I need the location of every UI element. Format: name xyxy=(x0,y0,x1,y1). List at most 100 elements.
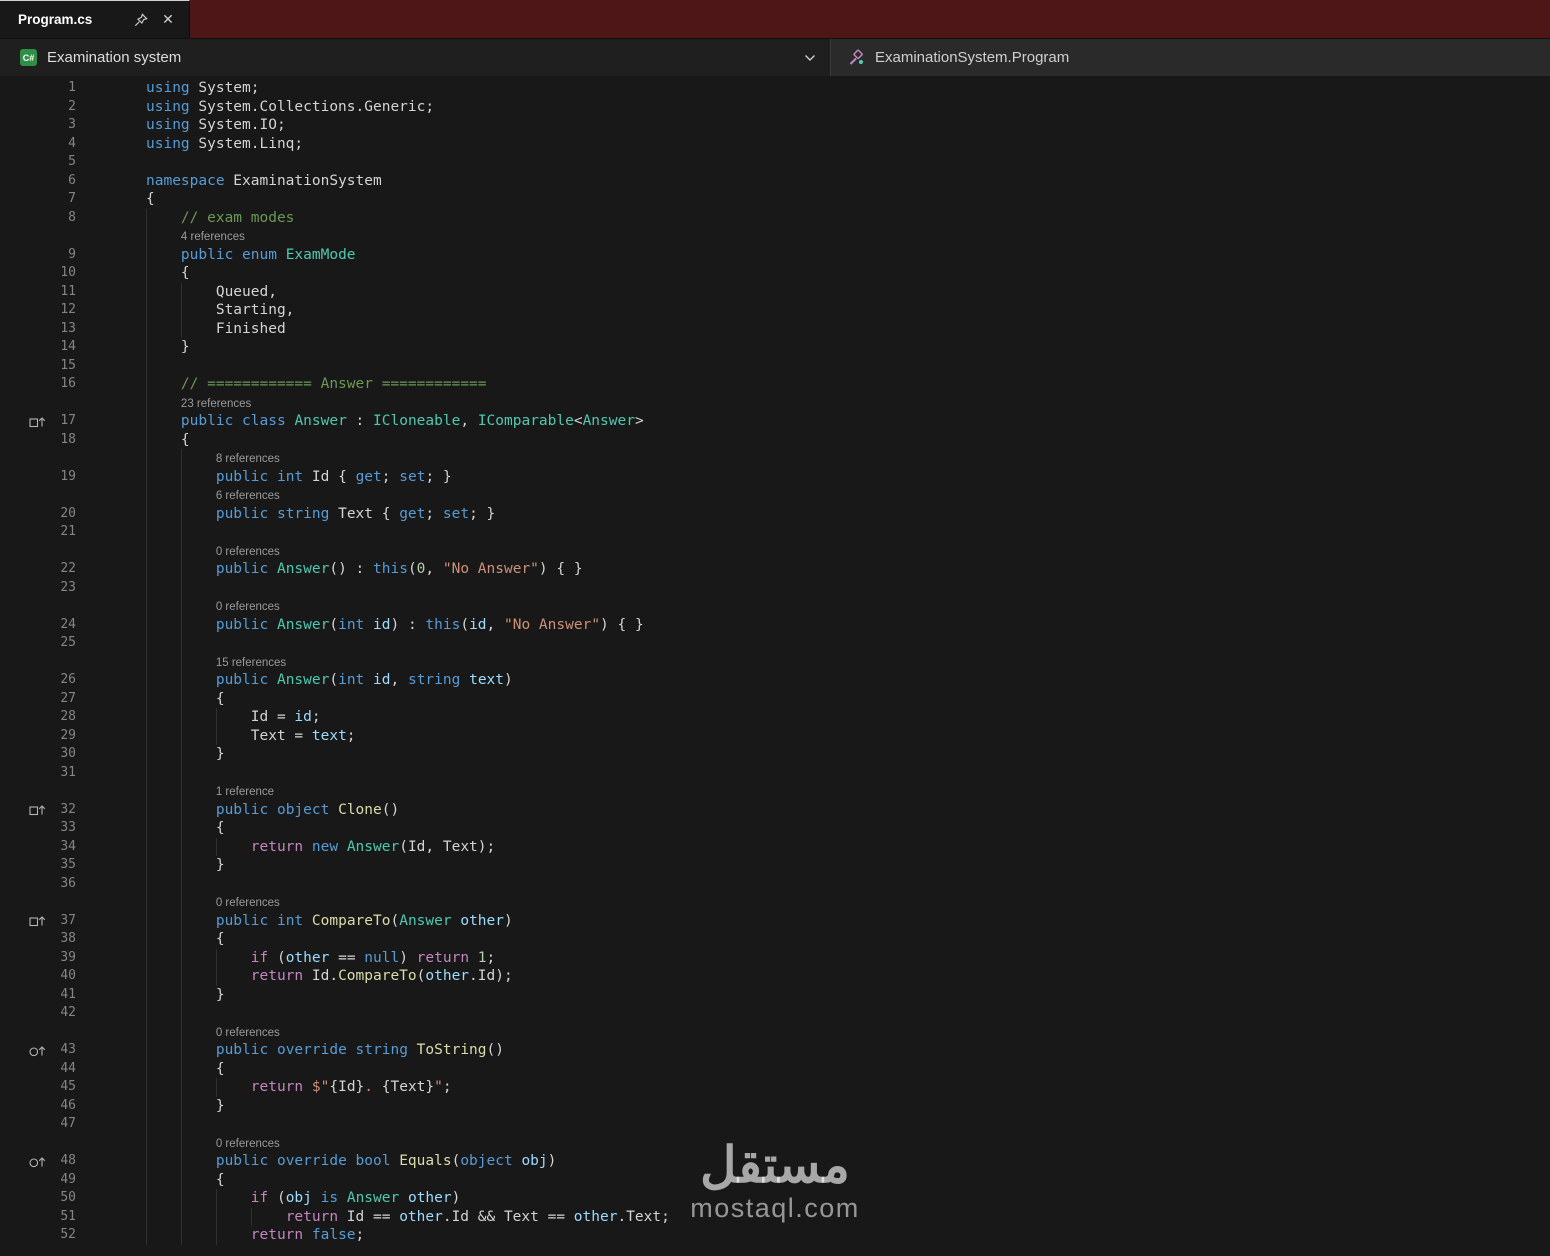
line-number[interactable]: 26 xyxy=(50,671,76,690)
line-number[interactable]: 11 xyxy=(50,283,76,302)
code-cell[interactable]: // exam modes xyxy=(76,208,1550,227)
code-line[interactable]: 8 // exam modes xyxy=(0,208,1550,228)
codelens-references[interactable]: 0 references xyxy=(216,601,280,613)
code-cell[interactable]: { xyxy=(76,930,1550,949)
code-cell[interactable]: } xyxy=(76,338,1550,357)
line-number[interactable] xyxy=(50,893,76,912)
code-cell[interactable]: { xyxy=(76,430,1550,449)
code-line[interactable]: 37 public int CompareTo(Answer other) xyxy=(0,911,1550,931)
code-cell[interactable]: return $"{Id}. {Text}"; xyxy=(76,1078,1550,1097)
code-cell[interactable]: namespace ExaminationSystem xyxy=(76,172,1550,191)
line-number[interactable]: 29 xyxy=(50,727,76,746)
line-number[interactable]: 48 xyxy=(50,1152,76,1171)
code-cell[interactable]: // ============ Answer ============ xyxy=(76,375,1550,394)
codelens-row[interactable]: 23 references xyxy=(0,393,1550,413)
code-cell[interactable]: 0 references xyxy=(76,893,1550,912)
line-number[interactable] xyxy=(50,597,76,616)
line-number[interactable] xyxy=(50,486,76,505)
code-cell[interactable]: using System; xyxy=(76,79,1550,98)
codelens-row[interactable]: 4 references xyxy=(0,227,1550,246)
line-number[interactable]: 10 xyxy=(50,264,76,283)
override-icon[interactable] xyxy=(0,1152,50,1171)
line-number[interactable]: 8 xyxy=(50,209,76,228)
line-number[interactable]: 9 xyxy=(50,246,76,265)
code-cell[interactable]: public override bool Equals(object obj) xyxy=(76,1152,1550,1171)
code-editor[interactable]: 1 using System; 2 using System.Collections.… xyxy=(0,76,1550,1256)
code-cell[interactable]: public Answer(int id) : this(id, "No Ans… xyxy=(76,615,1550,634)
code-cell[interactable]: if (other == null) return 1; xyxy=(76,948,1550,967)
line-number[interactable]: 2 xyxy=(50,98,76,117)
code-line[interactable]: 7{ xyxy=(0,190,1550,209)
code-cell[interactable]: public class Answer : ICloneable, ICompa… xyxy=(76,412,1550,431)
line-number[interactable]: 19 xyxy=(50,468,76,487)
code-line[interactable]: 16 // ============ Answer ============ xyxy=(0,375,1550,394)
code-line[interactable]: 27 { xyxy=(0,689,1550,708)
pin-icon[interactable] xyxy=(132,11,150,29)
code-line[interactable]: 51 return Id == other.Id && Text == othe… xyxy=(0,1207,1550,1226)
line-number[interactable]: 25 xyxy=(50,634,76,653)
code-line[interactable]: 42 xyxy=(0,1004,1550,1023)
code-cell[interactable]: 23 references xyxy=(76,393,1550,412)
code-line[interactable]: 46 } xyxy=(0,1096,1550,1115)
code-line[interactable]: 4 using System.Linq; xyxy=(0,135,1550,154)
code-cell[interactable] xyxy=(76,153,1550,172)
codelens-row[interactable]: 0 references xyxy=(0,893,1550,912)
code-line[interactable]: 22 public Answer() : this(0, "No Answer"… xyxy=(0,560,1550,579)
line-number[interactable]: 41 xyxy=(50,986,76,1005)
code-cell[interactable]: 8 references xyxy=(76,449,1550,468)
line-number[interactable] xyxy=(50,394,76,413)
code-cell[interactable]: return Id == other.Id && Text == other.T… xyxy=(76,1207,1550,1226)
code-line[interactable]: 6 namespace ExaminationSystem xyxy=(0,172,1550,191)
code-cell[interactable]: if (obj is Answer other) xyxy=(76,1189,1550,1208)
code-cell[interactable]: { xyxy=(76,190,1550,209)
line-number[interactable] xyxy=(50,542,76,561)
code-line[interactable]: 13 Finished xyxy=(0,319,1550,339)
code-cell[interactable]: public int Id { get; set; } xyxy=(76,467,1550,486)
line-number[interactable]: 24 xyxy=(50,616,76,635)
code-cell[interactable]: public override string ToString() xyxy=(76,1041,1550,1060)
codelens-references[interactable]: 6 references xyxy=(216,490,280,502)
line-number[interactable]: 36 xyxy=(50,875,76,894)
code-line[interactable]: 41 } xyxy=(0,985,1550,1005)
line-number[interactable]: 40 xyxy=(50,967,76,986)
code-line[interactable]: 9 public enum ExamMode xyxy=(0,245,1550,265)
code-cell[interactable]: public Answer() : this(0, "No Answer") {… xyxy=(76,560,1550,579)
code-line[interactable]: 40 return Id.CompareTo(other.Id); xyxy=(0,967,1550,986)
code-line[interactable]: 50 if (obj is Answer other) xyxy=(0,1189,1550,1208)
code-cell[interactable]: public Answer(int id, string text) xyxy=(76,671,1550,690)
code-cell[interactable]: public string Text { get; set; } xyxy=(76,504,1550,523)
line-number[interactable]: 38 xyxy=(50,930,76,949)
codelens-references[interactable]: 0 references xyxy=(216,1027,280,1039)
code-line[interactable]: 1 using System; xyxy=(0,79,1550,98)
code-cell[interactable]: { xyxy=(76,689,1550,708)
code-cell[interactable]: public int CompareTo(Answer other) xyxy=(76,911,1550,930)
implements-icon[interactable] xyxy=(0,912,50,931)
code-line[interactable]: 12 Starting, xyxy=(0,301,1550,320)
codelens-row[interactable]: 15 references xyxy=(0,652,1550,671)
code-line[interactable]: 28 Id = id; xyxy=(0,708,1550,727)
code-line[interactable]: 43 public override string ToString() xyxy=(0,1041,1550,1060)
code-line[interactable]: 35 } xyxy=(0,856,1550,875)
codelens-row[interactable]: 0 references xyxy=(0,1133,1550,1152)
line-number[interactable]: 13 xyxy=(50,320,76,339)
code-line[interactable]: 21 xyxy=(0,523,1550,542)
code-cell[interactable]: 0 references xyxy=(76,1022,1550,1041)
code-cell[interactable]: { xyxy=(76,1170,1550,1189)
line-number[interactable]: 52 xyxy=(50,1226,76,1245)
code-line[interactable]: 20 public string Text { get; set; } xyxy=(0,504,1550,523)
codelens-references[interactable]: 0 references xyxy=(216,546,280,558)
code-cell[interactable]: { xyxy=(76,1059,1550,1078)
code-cell[interactable]: } xyxy=(76,856,1550,875)
line-number[interactable]: 4 xyxy=(50,135,76,154)
code-cell[interactable]: Starting, xyxy=(76,301,1550,320)
line-number[interactable]: 5 xyxy=(50,153,76,172)
line-number[interactable] xyxy=(50,227,76,246)
code-line[interactable]: 45 return $"{Id}. {Text}"; xyxy=(0,1078,1550,1097)
codelens-references[interactable]: 23 references xyxy=(181,398,251,410)
line-number[interactable]: 44 xyxy=(50,1060,76,1079)
line-number[interactable]: 1 xyxy=(50,79,76,98)
project-dropdown[interactable]: C# Examination system xyxy=(0,39,830,76)
code-cell[interactable]: Id = id; xyxy=(76,708,1550,727)
code-cell[interactable]: return Id.CompareTo(other.Id); xyxy=(76,967,1550,986)
codelens-references[interactable]: 8 references xyxy=(216,453,280,465)
